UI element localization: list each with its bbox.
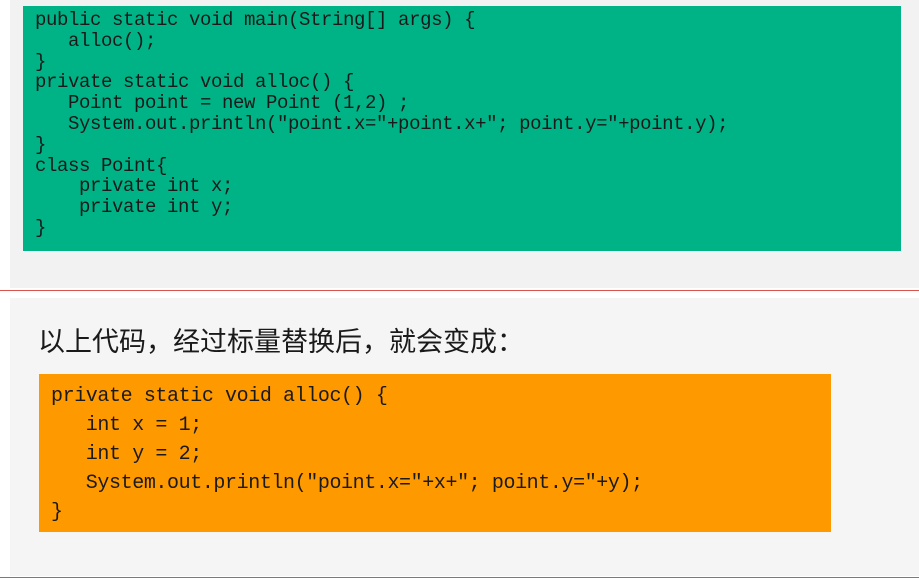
code-line: public static void main(String[] args) {: [35, 9, 476, 31]
caption-text: 以上代码，经过标量替换后，就会变成：: [38, 327, 524, 358]
original-code-block: public static void main(String[] args) {…: [23, 6, 901, 251]
code-line: private static void alloc() {: [35, 71, 355, 94]
code-line: System.out.println("point.x="+point.x+";…: [35, 112, 729, 135]
code-line: }: [35, 133, 47, 156]
code-line: alloc();: [35, 29, 157, 52]
code-line: private static void alloc() {: [51, 385, 388, 408]
code-line: System.out.println("point.x="+x+"; point…: [51, 472, 643, 495]
code-line: }: [35, 50, 47, 73]
code-line: class Point{: [35, 154, 168, 177]
code-line: int y = 2;: [51, 443, 202, 466]
slide-divider: [0, 577, 919, 578]
code-line: int x = 1;: [51, 414, 202, 437]
slide-divider: [0, 290, 919, 291]
code-line: Point point = new Point (1,2) ;: [35, 92, 410, 115]
code-line: private int y;: [35, 196, 234, 219]
code-line: }: [51, 501, 63, 524]
code-line: }: [35, 216, 47, 239]
replaced-code-block: private static void alloc() { int x = 1;…: [39, 374, 831, 532]
code-line: private int x;: [35, 175, 234, 198]
